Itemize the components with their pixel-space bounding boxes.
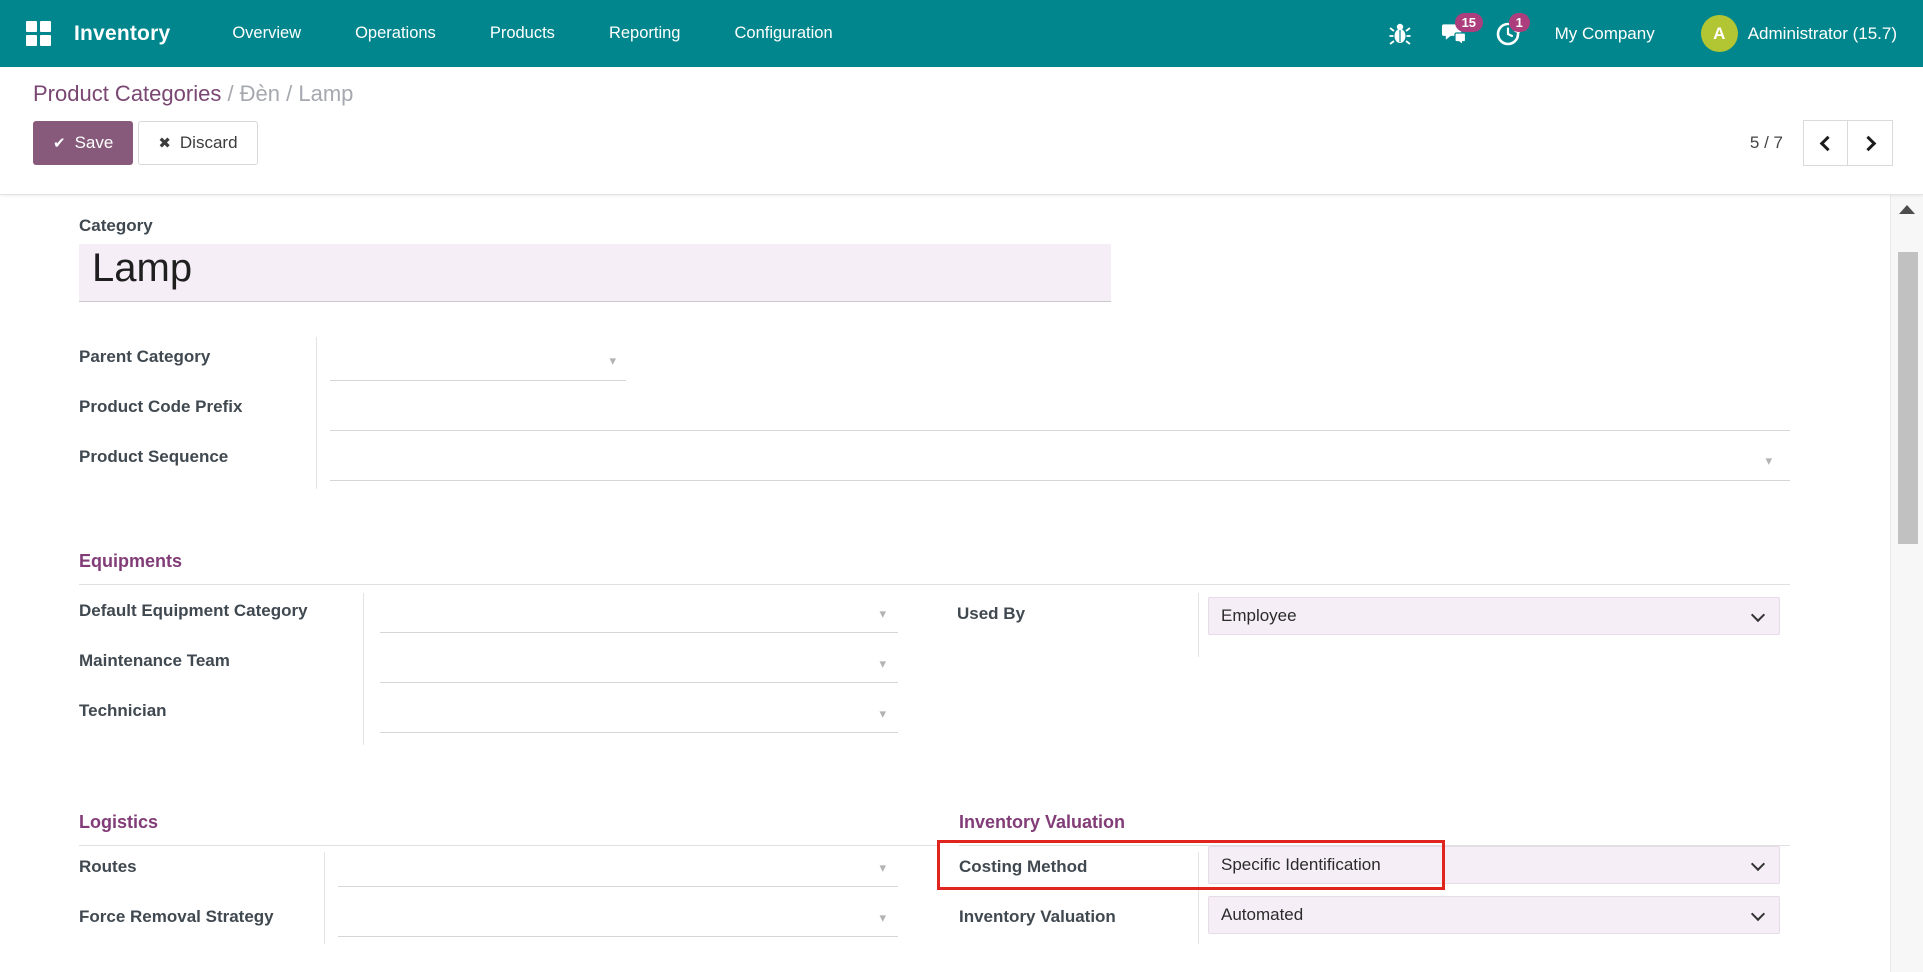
used-by-value: Employee: [1221, 606, 1297, 626]
debug-bug-icon[interactable]: [1387, 21, 1413, 47]
menu-overview[interactable]: Overview: [232, 24, 301, 43]
dropdown-caret-icon: ▾: [879, 656, 886, 672]
default-equipment-category-input[interactable]: ▾: [380, 599, 898, 633]
menu-configuration[interactable]: Configuration: [734, 24, 832, 43]
breadcrumb-separator: /: [221, 81, 239, 106]
activities-badge: 1: [1509, 13, 1530, 32]
pager-value: 5 / 7: [1750, 133, 1783, 153]
odoo-inventory-screen: Inventory Overview Operations Products R…: [0, 0, 1923, 972]
section-rule: [79, 845, 940, 846]
systray: 15 1 My Company A Administrator (15.7): [1387, 15, 1897, 52]
force-removal-strategy-input[interactable]: ▾: [338, 904, 898, 937]
pager-previous-button[interactable]: [1803, 120, 1848, 166]
category-label: Category: [79, 216, 153, 236]
routes-input[interactable]: ▾: [338, 854, 898, 887]
messages-icon[interactable]: 15: [1441, 21, 1467, 47]
section-rule: [79, 584, 1790, 585]
dropdown-caret-icon: ▾: [879, 860, 886, 876]
scrollbar-thumb[interactable]: [1898, 252, 1918, 544]
product-sequence-label: Product Sequence: [79, 447, 228, 467]
group-separator: [316, 337, 317, 489]
save-button-label: Save: [75, 133, 114, 153]
control-panel: Product Categories / Đèn / Lamp ✔ Save ✖…: [0, 67, 1923, 195]
top-navbar: Inventory Overview Operations Products R…: [0, 0, 1923, 67]
costing-method-select[interactable]: Specific Identification: [1208, 846, 1780, 884]
group-separator: [324, 852, 325, 944]
form-view: Category Lamp Parent Category ▾ Product …: [0, 195, 1923, 972]
maintenance-team-input[interactable]: ▾: [380, 649, 898, 683]
inventory-valuation-section-title: Inventory Valuation: [959, 812, 1125, 833]
messages-badge: 15: [1455, 13, 1483, 32]
parent-category-input[interactable]: ▾: [330, 345, 626, 381]
inventory-valuation-label: Inventory Valuation: [959, 907, 1116, 927]
parent-category-label: Parent Category: [79, 347, 210, 367]
avatar: A: [1701, 15, 1738, 52]
app-name-menu[interactable]: Inventory: [74, 22, 170, 46]
dropdown-caret-icon: ▾: [879, 606, 886, 622]
pager-next-button[interactable]: [1848, 120, 1893, 166]
scroll-up-arrow[interactable]: [1899, 205, 1915, 214]
costing-method-label: Costing Method: [959, 857, 1087, 877]
menu-operations[interactable]: Operations: [355, 24, 436, 43]
costing-method-value: Specific Identification: [1221, 855, 1381, 875]
user-name: Administrator (15.7): [1748, 24, 1897, 44]
close-icon: ✖: [158, 134, 171, 152]
vertical-scrollbar: [1890, 195, 1923, 972]
dropdown-caret-icon: ▾: [1765, 453, 1772, 469]
routes-label: Routes: [79, 857, 137, 877]
dropdown-caret-icon: ▾: [609, 353, 616, 369]
used-by-select[interactable]: Employee: [1208, 597, 1780, 635]
group-separator: [363, 593, 364, 745]
record-pager: 5 / 7: [1750, 120, 1893, 166]
apps-grid-icon[interactable]: [26, 21, 52, 47]
inventory-valuation-select[interactable]: Automated: [1208, 896, 1780, 934]
logistics-section-title: Logistics: [79, 812, 158, 833]
company-switcher[interactable]: My Company: [1555, 24, 1655, 44]
main-menu: Overview Operations Products Reporting C…: [232, 24, 832, 43]
chevron-right-icon: [1860, 135, 1876, 151]
product-code-prefix-label: Product Code Prefix: [79, 397, 242, 417]
default-equipment-category-label: Default Equipment Category: [79, 601, 308, 621]
equipments-section-title: Equipments: [79, 551, 182, 572]
product-code-prefix-input[interactable]: [330, 395, 1790, 431]
used-by-label: Used By: [957, 604, 1025, 624]
group-separator: [1198, 852, 1199, 944]
technician-input[interactable]: ▾: [380, 699, 898, 733]
inventory-valuation-value: Automated: [1221, 905, 1303, 925]
force-removal-strategy-label: Force Removal Strategy: [79, 907, 274, 927]
save-button[interactable]: ✔ Save: [33, 121, 133, 165]
breadcrumb-product-categories[interactable]: Product Categories: [33, 81, 221, 106]
menu-reporting[interactable]: Reporting: [609, 24, 681, 43]
check-icon: ✔: [53, 134, 66, 152]
breadcrumb: Product Categories / Đèn / Lamp: [33, 81, 1907, 107]
menu-products[interactable]: Products: [490, 24, 555, 43]
activities-clock-icon[interactable]: 1: [1495, 21, 1521, 47]
technician-label: Technician: [79, 701, 167, 721]
chevron-down-icon: [1751, 608, 1765, 622]
discard-button-label: Discard: [180, 133, 238, 153]
chevron-down-icon: [1751, 857, 1765, 871]
dropdown-caret-icon: ▾: [879, 910, 886, 926]
maintenance-team-label: Maintenance Team: [79, 651, 230, 671]
group-separator: [1198, 593, 1199, 657]
discard-button[interactable]: ✖ Discard: [138, 121, 257, 165]
dropdown-caret-icon: ▾: [879, 706, 886, 722]
user-menu[interactable]: A Administrator (15.7): [1701, 15, 1897, 52]
chevron-left-icon: [1820, 135, 1836, 151]
breadcrumb-current-record: Đèn / Lamp: [240, 81, 354, 106]
product-sequence-input[interactable]: ▾: [330, 445, 1790, 481]
chevron-down-icon: [1751, 907, 1765, 921]
category-input[interactable]: Lamp: [79, 244, 1111, 302]
